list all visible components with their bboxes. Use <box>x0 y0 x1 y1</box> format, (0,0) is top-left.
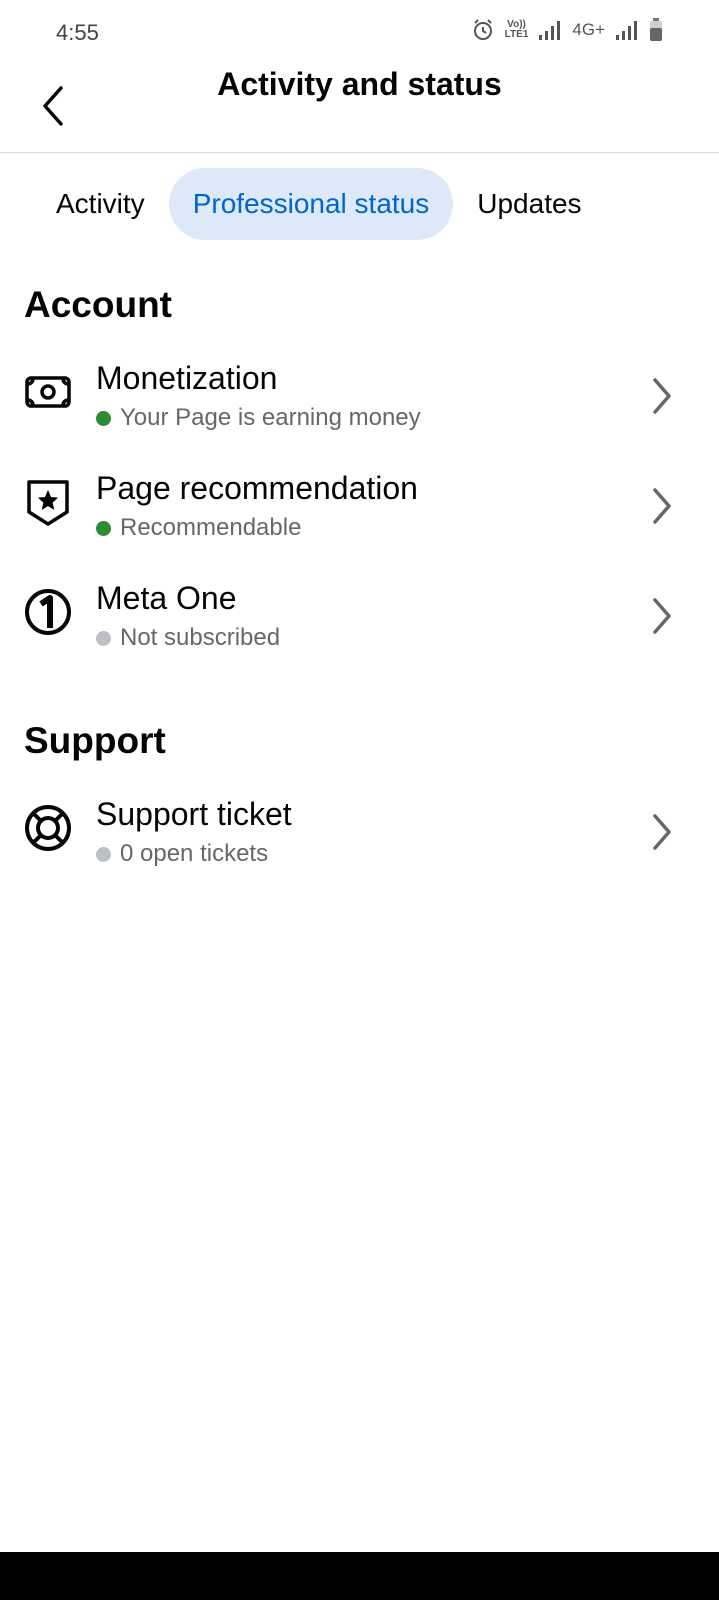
list-item-support-ticket[interactable]: Support ticket 0 open tickets <box>0 796 719 896</box>
battery-icon <box>649 18 663 42</box>
list-item-meta-one[interactable]: Meta One Not subscribed <box>0 580 719 680</box>
row-status-text: Recommendable <box>120 514 302 541</box>
status-bar: 4:55 Vo)) LTE1 4G+ <box>0 0 719 62</box>
chevron-right-icon <box>653 598 671 634</box>
row-status-text: Your Page is earning money <box>120 404 421 431</box>
list-item-page-recommendation[interactable]: Page recommendation Recommendable <box>0 470 719 570</box>
tab-activity[interactable]: Activity <box>36 168 165 240</box>
row-title: Monetization <box>96 360 278 396</box>
tab-professional-status[interactable]: Professional status <box>168 168 454 240</box>
status-dot-gray <box>96 630 111 646</box>
row-status: Not subscribed <box>96 624 280 652</box>
section-title-support: Support <box>24 720 166 761</box>
section-title-account: Account <box>24 284 172 325</box>
star-shield-icon <box>27 480 69 526</box>
status-dot-green <box>96 520 111 536</box>
row-title: Meta One <box>96 580 237 616</box>
row-title: Support ticket <box>96 796 292 832</box>
chevron-right-icon <box>653 814 671 850</box>
list-item-monetization[interactable]: Monetization Your Page is earning money <box>0 360 719 460</box>
signal-icon <box>538 19 562 41</box>
row-status-text: Not subscribed <box>120 624 281 651</box>
status-icons: Vo)) LTE1 4G+ <box>471 18 663 42</box>
row-title: Page recommendation <box>96 470 418 506</box>
tab-bar: Activity Professional status Updates <box>36 168 602 240</box>
page-title: Activity and status <box>217 66 502 102</box>
meta-one-icon <box>25 589 71 635</box>
chevron-right-icon <box>653 488 671 524</box>
system-nav-bar <box>0 1552 719 1600</box>
volte-icon: Vo)) LTE1 <box>505 20 529 40</box>
row-status: Your Page is earning money <box>96 404 421 432</box>
volte-bottom-label: LTE1 <box>504 29 529 40</box>
signal-icon-2 <box>615 19 639 41</box>
lifebuoy-icon <box>25 805 71 851</box>
row-status: 0 open tickets <box>96 840 268 868</box>
header: Activity and status <box>0 62 719 153</box>
tab-updates[interactable]: Updates <box>457 168 601 240</box>
page: 4:55 Vo)) LTE1 4G+ Activity and status A… <box>0 0 719 1600</box>
status-dot-gray <box>96 846 111 862</box>
row-status: Recommendable <box>96 514 301 542</box>
status-time: 4:55 <box>56 20 99 45</box>
chevron-right-icon <box>653 378 671 414</box>
network-type-label: 4G+ <box>572 20 605 39</box>
status-dot-green <box>96 410 111 426</box>
alarm-icon <box>471 18 495 42</box>
money-icon <box>25 376 71 408</box>
row-status-text: 0 open tickets <box>120 840 269 867</box>
